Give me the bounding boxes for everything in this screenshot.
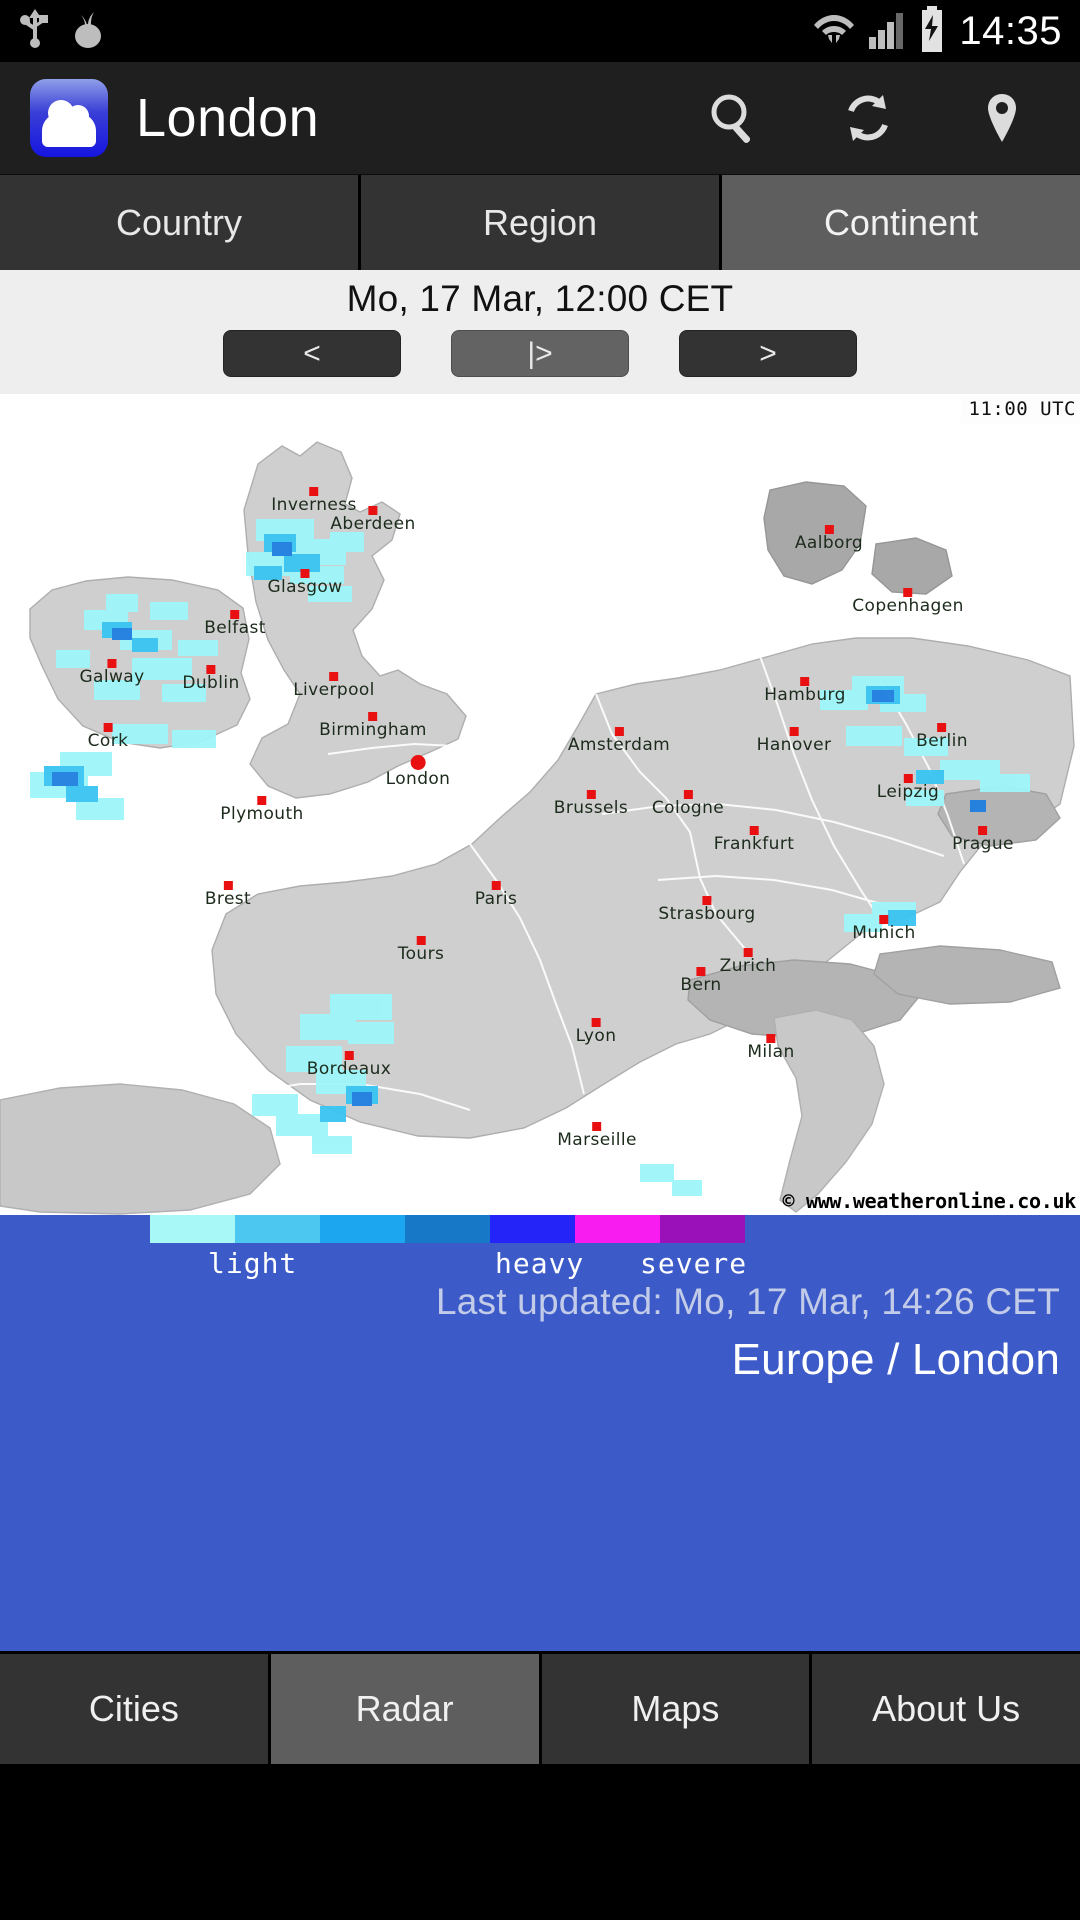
- frame-controls: < |> >: [0, 330, 1080, 377]
- app-bar: London: [0, 62, 1080, 175]
- app-bar-actions: [704, 88, 1050, 148]
- legend-swatch: [660, 1215, 745, 1243]
- nav-tab-radar[interactable]: Radar: [271, 1654, 539, 1764]
- legend-swatch: [320, 1215, 405, 1243]
- play-frame-button[interactable]: |>: [451, 330, 629, 377]
- legend-swatch: [405, 1215, 490, 1243]
- usb-icon: [18, 9, 52, 54]
- frame-timestamp-label: Mo, 17 Mar, 12:00 CET: [0, 276, 1080, 330]
- nav-tab-cities[interactable]: Cities: [0, 1654, 268, 1764]
- tab-region[interactable]: Region: [361, 175, 719, 270]
- map-copyright: © www.weatheronline.co.uk: [782, 1189, 1076, 1213]
- cell-signal-icon: [867, 7, 905, 56]
- scope-tab-bar: Country Region Continent: [0, 175, 1080, 270]
- next-frame-button[interactable]: >: [679, 330, 857, 377]
- status-bar: 14:35: [0, 0, 1080, 62]
- page-title: London: [136, 87, 319, 149]
- map-utc-timestamp: 11:00 UTC: [961, 396, 1080, 423]
- legend-swatch: [575, 1215, 660, 1243]
- last-updated-text: Last updated: Mo, 17 Mar, 14:26 CET: [436, 1281, 1060, 1323]
- intensity-legend-labels: light heavy severe: [150, 1247, 890, 1281]
- region-label: Europe / London: [732, 1335, 1060, 1385]
- date-navigation: Mo, 17 Mar, 12:00 CET < |> >: [0, 270, 1080, 394]
- legend-swatch: [235, 1215, 320, 1243]
- tab-continent[interactable]: Continent: [722, 175, 1080, 270]
- location-icon[interactable]: [972, 88, 1032, 148]
- bottom-nav-bar: Cities Radar Maps About Us: [0, 1651, 1080, 1764]
- search-icon[interactable]: [704, 88, 764, 148]
- onion-icon: [72, 8, 104, 55]
- legend-label-heavy: heavy: [495, 1247, 584, 1280]
- info-panel: light heavy severe Last updated: Mo, 17 …: [0, 1215, 1080, 1651]
- nav-tab-maps[interactable]: Maps: [542, 1654, 810, 1764]
- legend-swatch: [490, 1215, 575, 1243]
- prev-frame-button[interactable]: <: [223, 330, 401, 377]
- battery-charging-icon: [917, 6, 947, 57]
- radar-map-canvas: [0, 394, 1080, 1215]
- status-bar-clock: 14:35: [959, 9, 1062, 54]
- legend-swatch: [150, 1215, 235, 1243]
- nav-tab-about-us[interactable]: About Us: [812, 1654, 1080, 1764]
- tab-country[interactable]: Country: [0, 175, 358, 270]
- status-bar-notifications: [18, 8, 104, 55]
- wifi-icon: [813, 7, 855, 56]
- legend-label-light: light: [208, 1247, 297, 1280]
- cloud-logo: [30, 79, 108, 157]
- radar-map[interactable]: 11:00 UTC © www.weatheronline.co.uk Inve…: [0, 394, 1080, 1215]
- status-bar-indicators: 14:35: [813, 6, 1062, 57]
- intensity-legend: [150, 1215, 745, 1243]
- legend-label-severe: severe: [640, 1247, 747, 1280]
- refresh-icon[interactable]: [838, 88, 898, 148]
